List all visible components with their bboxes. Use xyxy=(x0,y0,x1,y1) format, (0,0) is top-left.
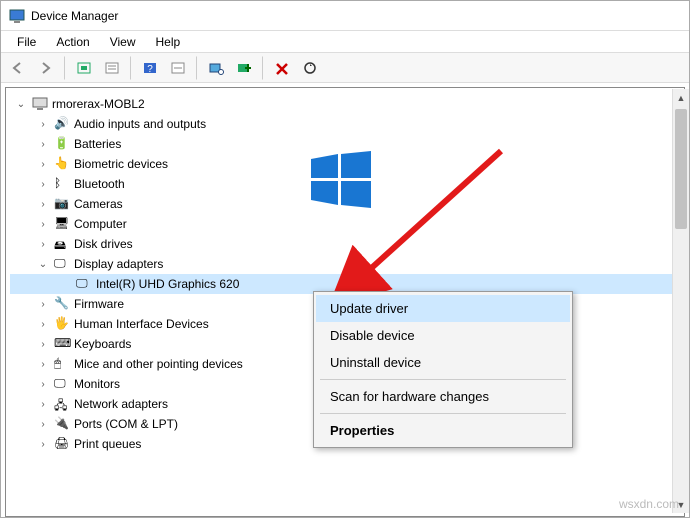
tree-node-label: Biometric devices xyxy=(74,157,168,171)
help-button[interactable]: ? xyxy=(137,56,163,80)
tree-node-label: Mice and other pointing devices xyxy=(74,357,243,371)
device-category-icon: 🔋 xyxy=(54,136,70,152)
device-category-icon: 🖵 xyxy=(54,256,70,272)
device-category-icon: 🖴 xyxy=(54,236,70,252)
toolbar-separator xyxy=(130,56,132,80)
tree-node-label: Human Interface Devices xyxy=(74,317,209,331)
tree-node[interactable]: › 🖴 Disk drives xyxy=(10,234,680,254)
add-legacy-button[interactable] xyxy=(231,56,257,80)
ctx-uninstall-device[interactable]: Uninstall device xyxy=(316,349,570,376)
tree-node-label: Disk drives xyxy=(74,237,133,251)
tree-node-label: Keyboards xyxy=(74,337,131,351)
toolbar-separator xyxy=(196,56,198,80)
expand-icon[interactable]: ⌄ xyxy=(36,259,50,270)
menu-view[interactable]: View xyxy=(100,33,146,51)
ctx-separator xyxy=(320,379,566,380)
expand-icon[interactable]: › xyxy=(36,299,50,310)
action-button[interactable] xyxy=(165,56,191,80)
tree-node-label: Print queues xyxy=(74,437,141,451)
device-category-icon: 🔌 xyxy=(54,416,70,432)
device-manager-icon xyxy=(9,8,25,24)
watermark: wsxdn.com xyxy=(619,497,679,511)
toolbar: ? xyxy=(1,53,689,83)
device-category-icon: 🖨 xyxy=(54,436,70,452)
tree-node-label: Bluetooth xyxy=(74,177,125,191)
show-hidden-button[interactable] xyxy=(71,56,97,80)
device-icon: 🖵 xyxy=(76,276,92,292)
toolbar-separator xyxy=(262,56,264,80)
tree-node-label: Computer xyxy=(74,217,127,231)
expand-icon[interactable]: › xyxy=(36,159,50,170)
svg-text:?: ? xyxy=(147,64,153,75)
scan-hardware-button[interactable] xyxy=(203,56,229,80)
tree-node[interactable]: ⌄ 🖵 Display adapters xyxy=(10,254,680,274)
tree-node-label: Ports (COM & LPT) xyxy=(74,417,178,431)
tree-node[interactable]: › 🖥 Computer xyxy=(10,214,680,234)
tree-node-label: Display adapters xyxy=(74,257,163,271)
tree-node-label: Firmware xyxy=(74,297,124,311)
forward-button[interactable] xyxy=(33,56,59,80)
update-driver-button[interactable] xyxy=(297,56,323,80)
ctx-separator xyxy=(320,413,566,414)
expand-icon[interactable]: › xyxy=(36,239,50,250)
device-category-icon: 🖧 xyxy=(54,396,70,412)
device-category-icon: 📷 xyxy=(54,196,70,212)
device-category-icon: 🖵 xyxy=(54,376,70,392)
properties-button[interactable] xyxy=(99,56,125,80)
device-category-icon: 🔊 xyxy=(54,116,70,132)
root-label: rmorerax-MOBL2 xyxy=(52,97,145,111)
expand-icon[interactable]: › xyxy=(36,179,50,190)
computer-icon xyxy=(32,96,48,112)
expand-icon[interactable]: › xyxy=(36,139,50,150)
collapse-icon[interactable]: ⌄ xyxy=(14,99,28,110)
expand-icon[interactable]: › xyxy=(36,119,50,130)
menu-file[interactable]: File xyxy=(7,33,46,51)
vertical-scrollbar[interactable]: ▲ ▼ xyxy=(672,89,689,513)
device-category-icon: 🖥 xyxy=(54,216,70,232)
ctx-disable-device[interactable]: Disable device xyxy=(316,322,570,349)
uninstall-button[interactable] xyxy=(269,56,295,80)
tree-root[interactable]: ⌄ rmorerax-MOBL2 xyxy=(10,94,680,114)
expand-icon[interactable]: › xyxy=(36,199,50,210)
expand-icon[interactable]: › xyxy=(36,359,50,370)
tree-node-label: Batteries xyxy=(74,137,121,151)
menu-action[interactable]: Action xyxy=(46,33,99,51)
toolbar-separator xyxy=(64,56,66,80)
expand-icon[interactable]: › xyxy=(36,399,50,410)
back-button[interactable] xyxy=(5,56,31,80)
expand-icon[interactable]: › xyxy=(36,379,50,390)
device-category-icon: ⌨ xyxy=(54,336,70,352)
window-title: Device Manager xyxy=(31,9,118,23)
menubar: File Action View Help xyxy=(1,31,689,53)
expand-icon[interactable]: › xyxy=(36,339,50,350)
expand-icon[interactable]: › xyxy=(36,219,50,230)
logo-overlay xyxy=(311,151,371,211)
device-category-icon: ᛒ xyxy=(54,176,70,192)
tree-node[interactable]: › 🔊 Audio inputs and outputs xyxy=(10,114,680,134)
ctx-update-driver[interactable]: Update driver xyxy=(316,295,570,322)
ctx-properties[interactable]: Properties xyxy=(316,417,570,444)
scroll-up-button[interactable]: ▲ xyxy=(673,89,689,106)
device-category-icon: 🖱 xyxy=(54,356,70,372)
expand-icon[interactable]: › xyxy=(36,319,50,330)
scroll-thumb[interactable] xyxy=(675,109,687,229)
device-category-icon: 👆 xyxy=(54,156,70,172)
ctx-scan-hardware[interactable]: Scan for hardware changes xyxy=(316,383,570,410)
device-category-icon: 🖐 xyxy=(54,316,70,332)
titlebar: Device Manager xyxy=(1,1,689,31)
device-category-icon: 🔧 xyxy=(54,296,70,312)
tree-node-label: Network adapters xyxy=(74,397,168,411)
expand-icon[interactable]: › xyxy=(36,439,50,450)
menu-help[interactable]: Help xyxy=(146,33,191,51)
tree-node-label: Audio inputs and outputs xyxy=(74,117,206,131)
tree-node-label: Cameras xyxy=(74,197,123,211)
tree-node-label: Monitors xyxy=(74,377,120,391)
context-menu: Update driver Disable device Uninstall d… xyxy=(313,291,573,448)
tree-leaf-label: Intel(R) UHD Graphics 620 xyxy=(96,277,239,291)
expand-icon[interactable]: › xyxy=(36,419,50,430)
